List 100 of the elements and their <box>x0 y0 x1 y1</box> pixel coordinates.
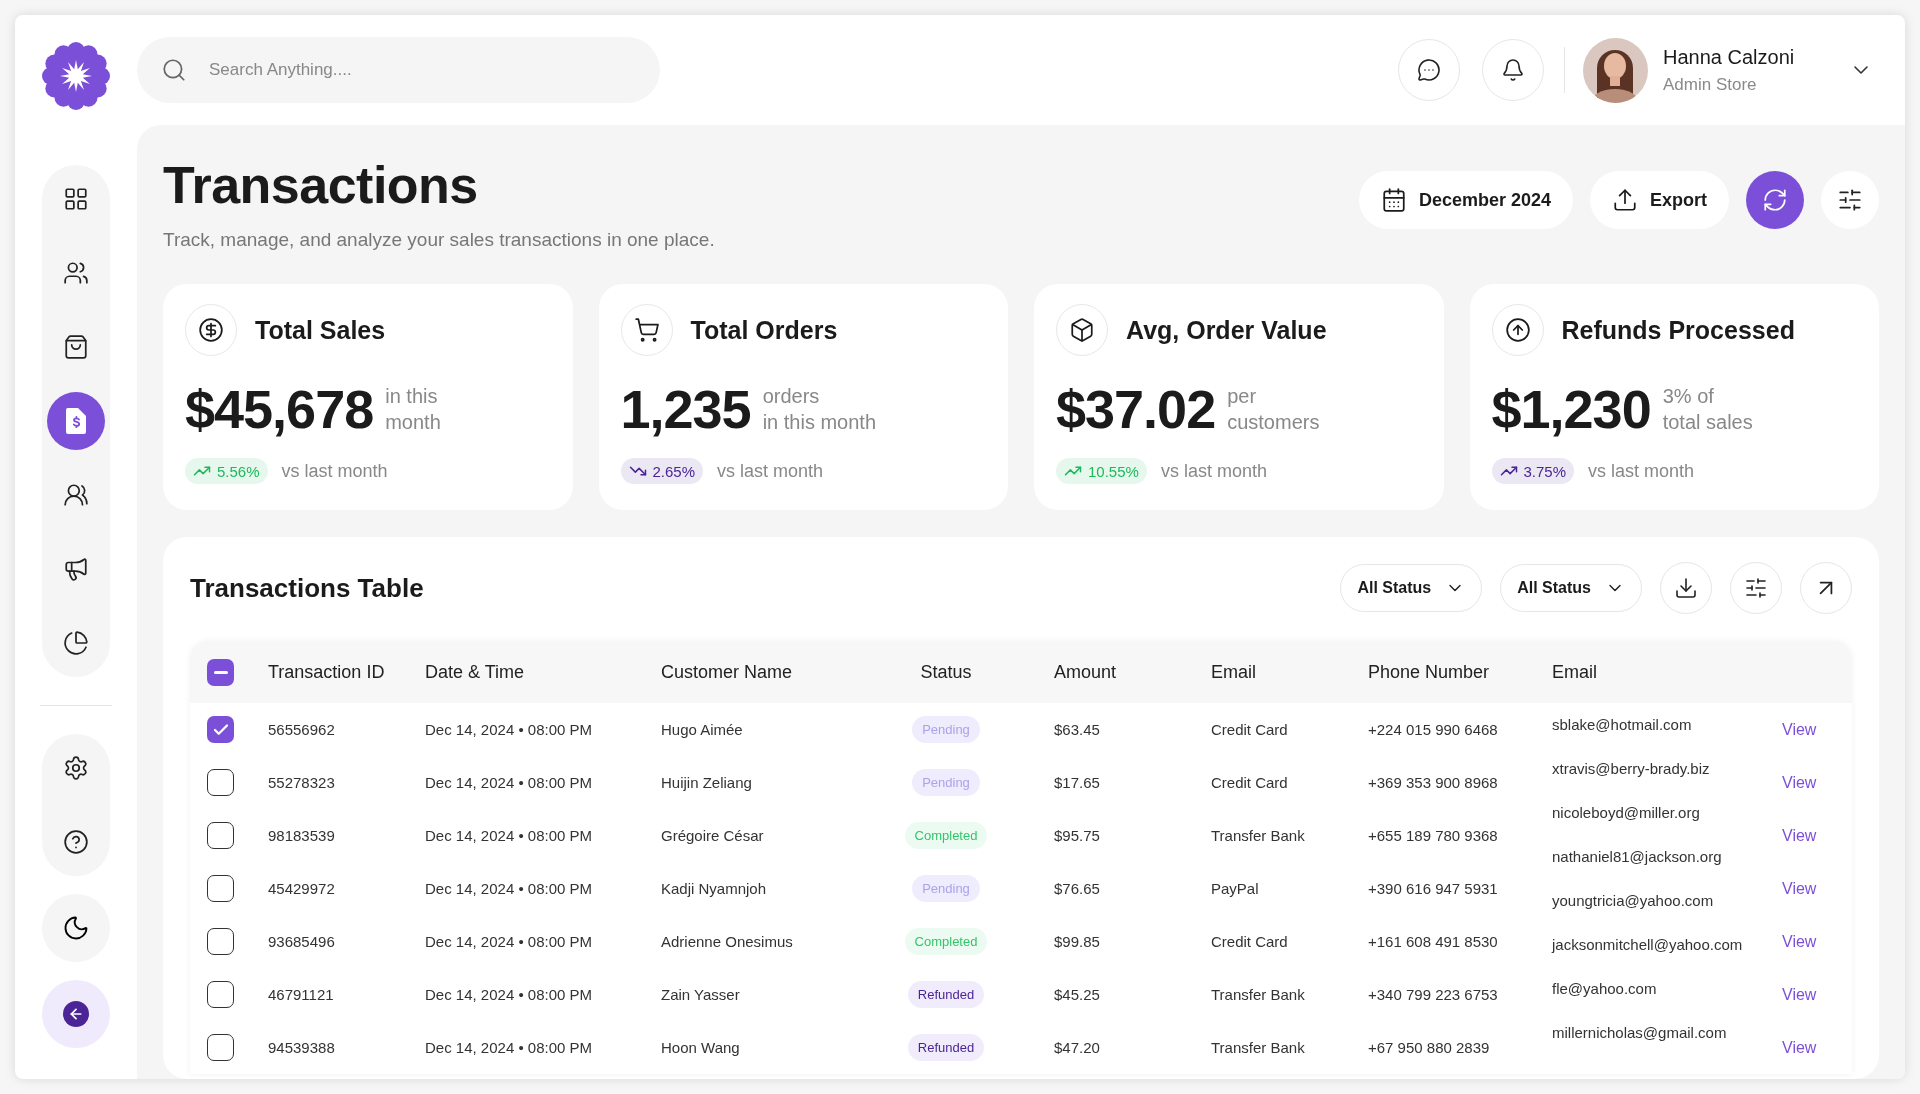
column-header: Transaction ID <box>268 661 386 683</box>
comparison-text: vs last month <box>717 460 824 482</box>
stat-note: in this month <box>385 384 441 435</box>
table-cell-text: nathaniel81@jackson.org <box>1552 847 1723 867</box>
stat-value: 1,235 <box>620 378 751 440</box>
chat-icon <box>1417 58 1441 82</box>
bell-icon <box>1501 58 1525 82</box>
table-cell: $17.65 <box>1054 774 1100 791</box>
stat-note: orders in this month <box>762 384 877 435</box>
view-link[interactable]: View <box>1782 720 1817 739</box>
row-checkbox[interactable] <box>207 769 234 796</box>
status-badge: Refunded <box>907 1034 985 1061</box>
table-cell: 98183539 <box>268 827 335 844</box>
table-cell: Transfer Bank <box>1211 1039 1305 1056</box>
view-link[interactable]: View <box>1782 879 1817 898</box>
stat-note: per customers <box>1227 384 1320 435</box>
expand-button[interactable] <box>1800 562 1852 614</box>
table-cell: 56556962 <box>268 721 335 738</box>
status-badge: Pending <box>912 716 980 743</box>
table-cell-text: jacksonmitchell@yahoo.com <box>1552 935 1744 955</box>
comparison-text: vs last month <box>281 460 388 482</box>
filter-button[interactable] <box>1730 562 1782 614</box>
select-all-checkbox[interactable] <box>207 658 234 686</box>
column-header: Phone Number <box>1368 661 1491 683</box>
view-link[interactable]: View <box>1782 1038 1817 1057</box>
logo-icon <box>42 42 110 110</box>
table-cell: +161 608 491 8530 <box>1368 933 1498 950</box>
table-cell: Credit Card <box>1211 933 1288 950</box>
table-cell: $99.85 <box>1054 933 1100 950</box>
table-cell: Dec 14, 2024 • 08:00 PM <box>425 880 593 897</box>
table-cell: Huijin Zeliang <box>661 774 752 791</box>
refresh-button[interactable] <box>1746 171 1804 229</box>
invoice-icon <box>64 407 88 435</box>
column-header: Email <box>1211 661 1257 683</box>
box-icon <box>1069 317 1095 343</box>
table-cell-text: millernicholas@gmail.com <box>1552 1023 1728 1043</box>
user-name: Hanna Calzoni <box>1663 45 1795 69</box>
column-header: Status <box>919 661 973 683</box>
download-button[interactable] <box>1660 562 1712 614</box>
table-cell: $95.75 <box>1054 827 1100 844</box>
row-checkbox[interactable] <box>207 981 234 1008</box>
table-cell: Dec 14, 2024 • 08:00 PM <box>425 986 593 1003</box>
table-cell: $63.45 <box>1054 721 1100 738</box>
view-link[interactable]: View <box>1782 985 1817 1004</box>
table-cell: Transfer Bank <box>1211 986 1305 1003</box>
table-cell: $45.25 <box>1054 986 1100 1003</box>
table-cell: PayPal <box>1211 880 1259 897</box>
date-picker-button[interactable]: December 2024 <box>1358 171 1573 229</box>
status-filter[interactable]: All Status <box>1340 564 1483 612</box>
table-cell: 46791121 <box>268 986 334 1003</box>
search-field[interactable]: Search Anything.... <box>137 37 660 103</box>
column-header: Amount <box>1054 661 1118 683</box>
table-cell: Dec 14, 2024 • 08:00 PM <box>425 721 593 738</box>
dollar-icon <box>198 317 224 343</box>
status-badge: Pending <box>912 875 980 902</box>
view-link[interactable]: View <box>1782 826 1817 845</box>
table-cell-text: sblake@hotmail.com <box>1552 715 1693 735</box>
table-cell: Hoon Wang <box>661 1039 740 1056</box>
upload-icon <box>1612 187 1638 213</box>
view-link[interactable]: View <box>1782 932 1817 951</box>
download-icon <box>1674 576 1698 600</box>
table-cell: +369 353 900 8968 <box>1368 774 1498 791</box>
calendar-icon <box>1380 187 1407 213</box>
table-cell-text: youngtricia@yahoo.com <box>1552 891 1715 911</box>
sliders-icon <box>1744 576 1768 600</box>
stat-value: $1,230 <box>1491 378 1651 440</box>
table-cell: Kadji Nyamnjoh <box>661 880 767 897</box>
settings-icon <box>63 755 89 781</box>
arrow-left-icon <box>68 1006 84 1022</box>
megaphone-icon <box>63 556 89 582</box>
export-button[interactable]: Export <box>1590 171 1729 229</box>
table-cell: Dec 14, 2024 • 08:00 PM <box>425 1039 593 1056</box>
table-cell: +390 616 947 5931 <box>1368 880 1498 897</box>
row-checkbox[interactable] <box>207 928 234 955</box>
table-title: Transactions Table <box>190 572 425 604</box>
row-checkbox[interactable] <box>207 822 234 849</box>
user-role: Admin Store <box>1663 74 1758 95</box>
view-link[interactable]: View <box>1782 773 1817 792</box>
table-cell: 94539388 <box>268 1039 335 1056</box>
trend-value: 3.75% <box>1523 462 1567 480</box>
status-filter[interactable]: All Status <box>1500 564 1642 612</box>
trend-value: 5.56% <box>217 462 260 480</box>
table-cell-text: nicoleboyd@miller.org <box>1552 803 1701 823</box>
stat-title: Total Orders <box>690 315 838 345</box>
table-cell: Dec 14, 2024 • 08:00 PM <box>425 774 593 791</box>
row-checkbox[interactable] <box>207 716 234 743</box>
table-cell: Zain Yasser <box>661 986 740 1003</box>
page-title: Transactions <box>163 155 479 215</box>
table-cell: +67 950 880 2839 <box>1368 1039 1490 1056</box>
table-cell: Grégoire César <box>661 827 764 844</box>
stat-title: Total Sales <box>255 315 386 345</box>
table-cell: $47.20 <box>1054 1039 1100 1056</box>
column-header: Email <box>1552 661 1598 683</box>
grid-icon <box>63 186 89 212</box>
table-cell: Dec 14, 2024 • 08:00 PM <box>425 827 593 844</box>
comparison-text: vs last month <box>1588 460 1695 482</box>
pie-chart-icon <box>63 630 89 656</box>
row-checkbox[interactable] <box>207 1034 234 1061</box>
row-checkbox[interactable] <box>207 875 234 902</box>
stat-note: 3% of total sales <box>1662 384 1753 435</box>
